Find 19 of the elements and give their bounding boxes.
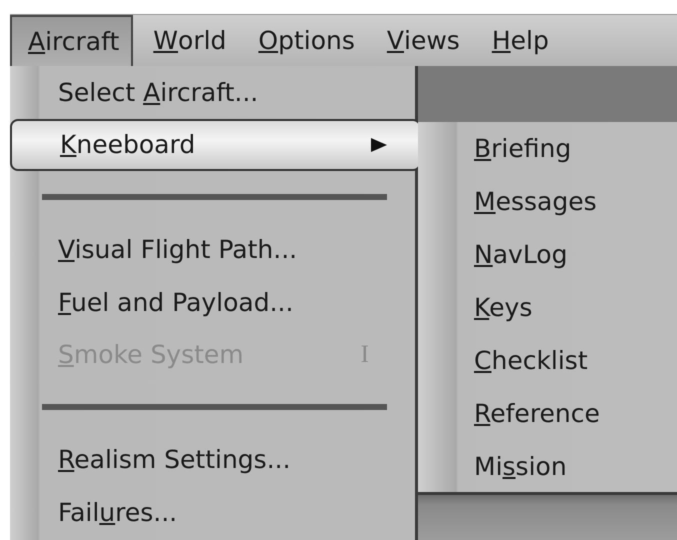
submenu-item[interactable]: Messages [418,175,677,228]
submenu-arrow-icon [371,138,387,152]
menu-bar-item[interactable]: Help [476,14,561,66]
menu-bar-item[interactable]: Options [242,14,367,66]
menu-item[interactable]: Realism Settings... [10,434,415,486]
submenu-item[interactable]: Mission [418,440,677,493]
submenu-item[interactable]: NavLog [418,228,677,281]
menu-item[interactable]: Select Aircraft... [10,66,415,118]
menu-item[interactable]: Fuel and Payload... [10,276,415,328]
menu-bar-item[interactable]: World [137,14,238,66]
submenu-item[interactable]: Checklist [418,334,677,387]
menu-bar-item[interactable]: Aircraft [10,14,134,66]
submenu-item[interactable]: Reference [418,387,677,440]
submenu-item[interactable]: Briefing [418,122,677,175]
menu-item[interactable]: Failures... [10,486,415,538]
menu-item[interactable]: Visual Flight Path... [10,224,415,276]
submenu-item[interactable]: Keys [418,281,677,334]
menu-item[interactable]: Kneeboard [10,118,421,171]
menu-bar-item[interactable]: Views [370,14,472,66]
